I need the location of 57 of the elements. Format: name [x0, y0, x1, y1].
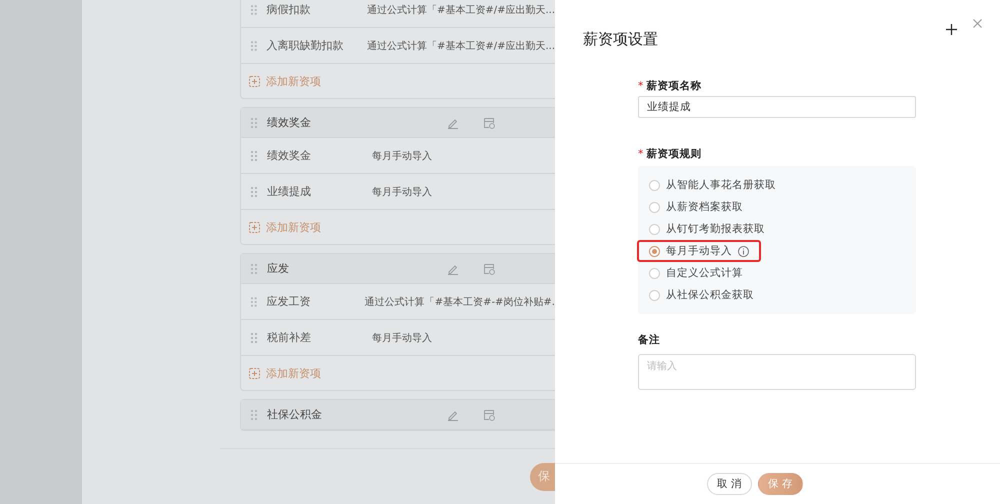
add-icon [249, 76, 260, 86]
edit-icon[interactable] [447, 116, 459, 128]
drag-handle-icon[interactable] [251, 332, 257, 342]
option-label[interactable]: 从钉钉考勤报表获取 [666, 222, 765, 236]
edit-icon[interactable] [447, 408, 459, 420]
drag-handle-icon[interactable] [251, 40, 257, 50]
option-label[interactable]: 每月手动导入 [666, 244, 732, 258]
drag-handle-icon[interactable] [251, 264, 257, 274]
item-rule: 通过公式计算「#基本工资#-#岗位补贴#. [364, 296, 555, 308]
cancel-button[interactable]: 取 消 [707, 473, 752, 495]
item-name: 业绩提成 [267, 184, 312, 199]
option-label[interactable]: 从薪资档案获取 [666, 200, 743, 214]
radio-button[interactable] [649, 290, 660, 300]
item-name: 应发工资 [266, 294, 312, 309]
item-name: 病假扣款 [266, 2, 312, 17]
item-name: 入离职缺勤扣款 [266, 38, 345, 53]
delete-icon[interactable] [483, 408, 495, 420]
close-icon[interactable] [973, 19, 982, 28]
edit-icon[interactable] [447, 262, 459, 274]
option-label[interactable]: 从智能人事花名册获取 [666, 178, 776, 192]
radio-button[interactable] [649, 268, 660, 278]
field-label: 薪资项规则 [646, 147, 702, 161]
required-mark: * [638, 148, 644, 160]
drag-handle-icon[interactable] [251, 150, 257, 160]
item-name: 绩效奖金 [267, 148, 312, 163]
info-icon[interactable] [738, 246, 749, 256]
option-label[interactable]: 自定义公式计算 [666, 266, 743, 280]
item-rule: 通过公式计算「#基本工资#/#应出勤天... [366, 40, 555, 52]
add-icon [249, 368, 260, 378]
radio-button[interactable] [649, 202, 660, 212]
drag-handle-icon[interactable] [251, 296, 257, 306]
item-name: 税前补差 [267, 330, 312, 345]
drag-handle-icon[interactable] [251, 4, 257, 14]
delete-icon[interactable] [483, 116, 495, 128]
group-title: 绩效奖金 [267, 115, 312, 130]
item-rule: 每月手动导入 [372, 150, 432, 162]
item-rule: 每月手动导入 [372, 186, 432, 198]
drawer-title: 薪资项设置 [583, 30, 658, 49]
required-mark: * [638, 80, 644, 92]
field-label: 薪资项名称 [646, 79, 702, 93]
group-title: 社保公积金 [267, 407, 323, 422]
option-label[interactable]: 从社保公积金获取 [666, 288, 754, 302]
add-icon[interactable] [946, 24, 957, 35]
radio-button[interactable] [649, 224, 660, 234]
add-icon [249, 222, 260, 232]
drag-handle-icon[interactable] [251, 186, 257, 196]
note-input-field[interactable]: 请输入 [638, 354, 916, 390]
field-label: 备注 [638, 333, 660, 347]
name-input-field[interactable]: 业绩提成 [638, 96, 916, 118]
item-rule: 通过公式计算「#基本工资#/#应出勤天... [366, 4, 555, 16]
item-rule: 每月手动导入 [372, 332, 432, 344]
radio-button[interactable] [649, 180, 660, 190]
delete-icon[interactable] [483, 262, 495, 274]
drag-handle-icon[interactable] [251, 410, 257, 420]
drag-handle-icon[interactable] [251, 118, 257, 128]
radio-button[interactable] [649, 246, 660, 256]
group-title: 应发 [267, 261, 290, 276]
